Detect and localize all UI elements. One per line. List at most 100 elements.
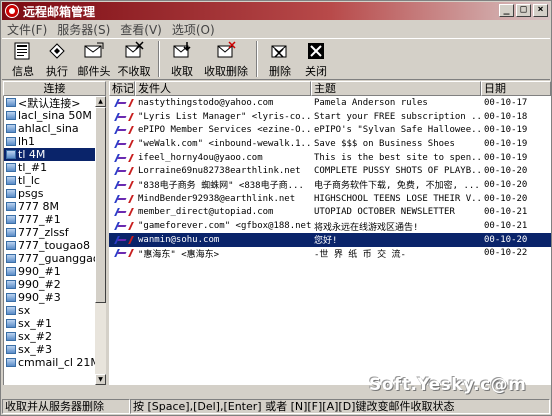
execute-button[interactable]: 执行	[40, 39, 74, 79]
connection-item[interactable]: 777_tougao8	[4, 239, 95, 252]
connection-item[interactable]: 990_#3	[4, 291, 95, 304]
receive-status-icon	[115, 112, 129, 122]
connection-item[interactable]: ahlacl_sina	[4, 122, 95, 135]
message-row[interactable]: "weWalk.com" <inbound-wewalk.1... Save $$…	[109, 137, 551, 151]
maximize-button[interactable]: □	[516, 4, 531, 17]
mark-cell[interactable]	[109, 153, 135, 163]
minimize-button[interactable]: _	[499, 4, 514, 17]
mark-cell[interactable]	[109, 194, 135, 204]
message-row[interactable]: wanmin@sohu.com 您好! 00-10-20	[109, 232, 551, 247]
menu-view[interactable]: 查看(V)	[115, 21, 167, 38]
menu-server[interactable]: 服务器(S)	[52, 21, 115, 38]
menu-bar: 文件(F) 服务器(S) 查看(V) 选项(O)	[2, 20, 550, 38]
connection-item[interactable]: 777_zlssf	[4, 226, 95, 239]
receive-status-icon	[115, 194, 129, 204]
connection-item[interactable]: tl_lc	[4, 174, 95, 187]
connection-item[interactable]: cmmail_cl 21M	[4, 356, 95, 369]
connection-item[interactable]: psgs	[4, 187, 95, 200]
message-row[interactable]: MindBender92938@earthlink.net HIGHSCHOOL …	[109, 192, 551, 206]
connection-item[interactable]: 990_#2	[4, 278, 95, 291]
delete-button[interactable]: 删除	[262, 39, 298, 79]
mailbox-icon	[6, 189, 16, 198]
close-button[interactable]: 关闭	[298, 39, 334, 79]
message-row[interactable]: Lorraine69nu82738earthlink.net COMPLETE P…	[109, 164, 551, 178]
connection-item[interactable]: 777_guanggao	[4, 252, 95, 265]
mark-cell[interactable]	[109, 125, 135, 135]
mailbox-icon	[6, 241, 16, 250]
connection-item[interactable]: sx_#3	[4, 343, 95, 356]
mark-cell[interactable]	[109, 221, 135, 231]
receive-status-icon	[115, 180, 129, 190]
date-cell: 00-10-19	[484, 138, 528, 149]
message-row[interactable]: nastythingstodo@yahoo.com Pamela Anderson…	[109, 96, 551, 110]
menu-options[interactable]: 选项(O)	[167, 21, 220, 38]
message-row[interactable]: ifeel_horny4ou@yaoo.com This is the best …	[109, 151, 551, 165]
receive-status-icon	[115, 207, 129, 217]
connection-item[interactable]: sx_#1	[4, 317, 95, 330]
connections-header[interactable]: 连接	[3, 81, 106, 96]
mailbox-icon	[6, 254, 16, 263]
receive-delete-button[interactable]: 收取删除	[200, 39, 252, 79]
mark-cell[interactable]	[109, 98, 135, 108]
date-cell: 00-10-20	[484, 234, 528, 245]
mark-cell[interactable]	[109, 180, 135, 190]
subject-cell: 将戏永远在线游戏区通告!	[314, 222, 419, 233]
column-mark[interactable]: 标记	[109, 81, 135, 96]
connection-label: 990_#2	[18, 278, 61, 291]
message-row[interactable]: "838电子商务 蜘蛛网" <838电子商... 电子商务软件下载, 免费, 不加…	[109, 178, 551, 192]
no-receive-button[interactable]: 不收取	[114, 39, 154, 79]
close-window-button[interactable]: ×	[533, 4, 548, 17]
message-row[interactable]: member_direct@utopiad.com UTOPIAD OCTOBER…	[109, 206, 551, 220]
close-label: 关闭	[305, 65, 327, 78]
delete-label: 删除	[269, 65, 291, 78]
connection-label: sx_#1	[18, 317, 52, 330]
connection-item[interactable]: lacl_sina 50M	[4, 109, 95, 122]
connection-item[interactable]: 777 8M	[4, 200, 95, 213]
connection-label: sx_#3	[18, 343, 52, 356]
connection-label: lh1	[18, 135, 36, 148]
mark-cell[interactable]	[109, 248, 135, 258]
date-cell: 00-10-22	[484, 248, 528, 259]
connection-item[interactable]: lh1	[4, 135, 95, 148]
connection-item[interactable]: sx_#2	[4, 330, 95, 343]
subject-cell: Start your FREE subscription ...	[314, 111, 481, 122]
receive-button[interactable]: 收取	[164, 39, 200, 79]
connection-item[interactable]: <默认连接>	[4, 96, 95, 110]
connection-item[interactable]: tl_#1	[4, 161, 95, 174]
connection-item[interactable]: sx	[4, 304, 95, 317]
message-row[interactable]: "Lyris List Manager" <lyris-co... Start y…	[109, 110, 551, 124]
mailbox-icon	[6, 267, 16, 276]
connection-label: lacl_sina 50M	[18, 109, 92, 122]
toolbar: 信息 执行 邮件头 不收取 收取 收取删除 删除 关闭	[2, 38, 550, 80]
message-row[interactable]: ePIPO Member Services <ezine-O... ePIPO's…	[109, 123, 551, 137]
connection-list[interactable]: <默认连接> lacl_sina 50M ahlacl_sina lh1 tl 4M tl…	[3, 96, 95, 385]
title-bar[interactable]: 远程邮箱管理 _ □ ×	[2, 2, 550, 20]
message-row[interactable]: "惠海东" <惠海东> -世 界 纸 币 交 流- 00-10-22	[109, 247, 551, 261]
mark-cell[interactable]	[109, 235, 135, 245]
scroll-down-button[interactable]: ▼	[95, 374, 106, 385]
column-subject[interactable]: 主题	[311, 81, 481, 96]
subject-cell: Pamela Anderson rules	[314, 97, 428, 108]
mark-cell[interactable]	[109, 112, 135, 122]
mail-header-button[interactable]: 邮件头	[74, 39, 114, 79]
scroll-up-button[interactable]: ▲	[95, 96, 106, 107]
connection-item[interactable]: 990_#1	[4, 265, 95, 278]
delete-icon	[269, 41, 291, 61]
connection-item[interactable]: 777_#1	[4, 213, 95, 226]
connection-label: sx	[18, 304, 31, 317]
connection-scrollbar[interactable]: ▲ ▼	[95, 96, 106, 385]
message-row[interactable]: "gameforever.com" <gfbox@188.net> 将戏永远在线游…	[109, 219, 551, 233]
info-button[interactable]: 信息	[6, 39, 40, 79]
mark-cell[interactable]	[109, 139, 135, 149]
mark-cell[interactable]	[109, 207, 135, 217]
sender-cell: "惠海东" <惠海东>	[138, 249, 220, 260]
column-date[interactable]: 日期	[481, 81, 551, 96]
scroll-thumb[interactable]	[95, 107, 106, 303]
menu-file[interactable]: 文件(F)	[2, 21, 52, 38]
connection-item[interactable]: tl 4M	[4, 148, 95, 161]
message-list[interactable]: nastythingstodo@yahoo.com Pamela Anderson…	[109, 96, 551, 385]
date-cell: 00-10-20	[484, 179, 528, 190]
column-sender[interactable]: 发件人	[135, 81, 311, 96]
mark-cell[interactable]	[109, 166, 135, 176]
receive-status-icon	[115, 166, 129, 176]
